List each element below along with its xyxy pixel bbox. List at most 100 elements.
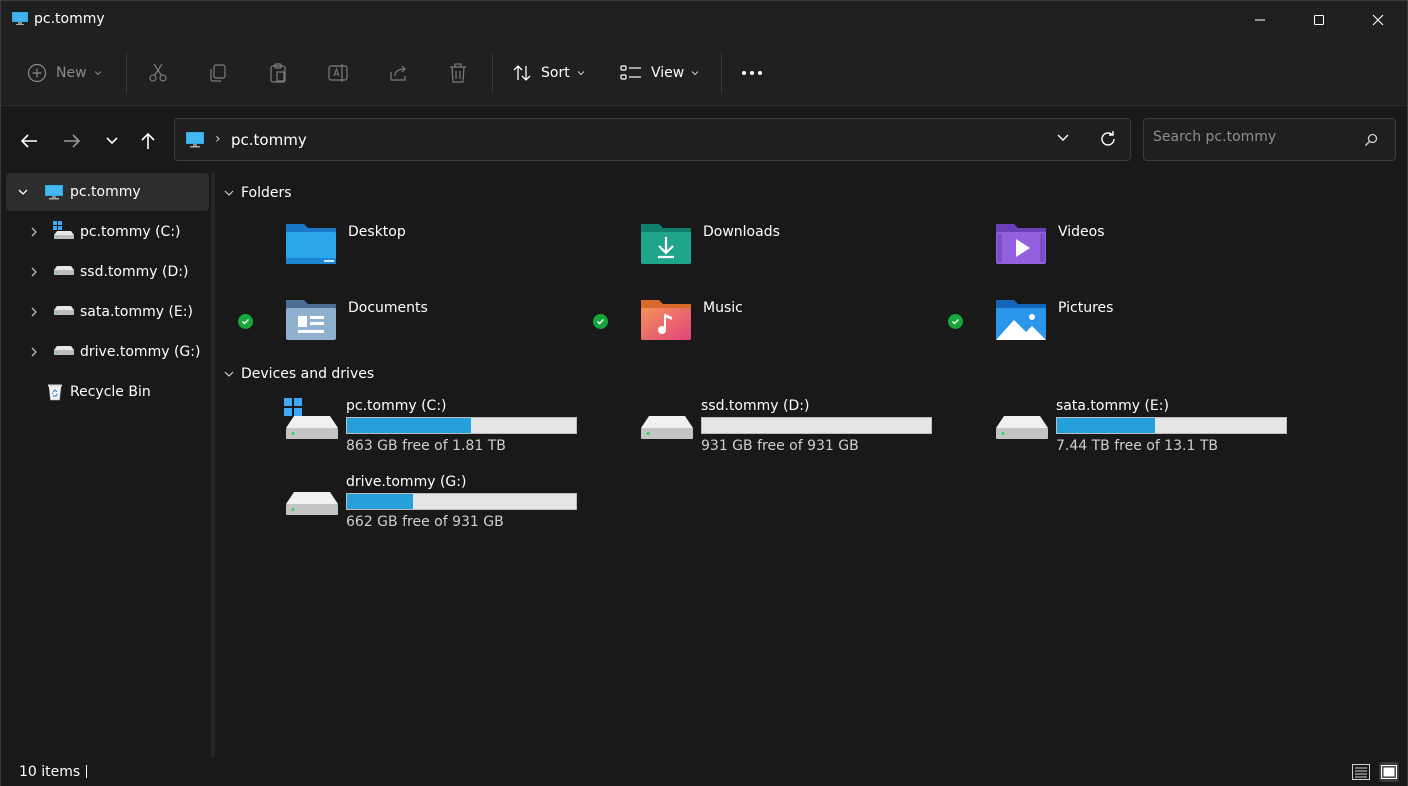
sidebar-item-label: pc.tommy	[70, 184, 141, 200]
new-button[interactable]: New	[27, 59, 103, 87]
expand-chevron[interactable]	[17, 186, 29, 198]
sidebar-item-drive-c[interactable]: pc.tommy (C:)	[6, 213, 209, 251]
drive-usage-fill	[347, 494, 414, 509]
folder-pictures[interactable]: Pictures	[994, 298, 1294, 358]
back-button[interactable]	[14, 126, 44, 156]
chevron-down-icon	[1057, 134, 1069, 141]
plus-circle-icon	[27, 63, 47, 83]
share-button[interactable]	[387, 59, 409, 87]
folder-name: Music	[703, 300, 743, 316]
drive-usage-bar	[346, 417, 577, 434]
chevron-down-icon	[224, 371, 234, 377]
sidebar-item-drive-e[interactable]: sata.tommy (E:)	[6, 293, 209, 331]
refresh-icon	[1101, 131, 1115, 146]
recent-locations-button[interactable]	[97, 126, 127, 156]
navigation-pane: pc.tommy pc.tommy (C:) ssd.tommy (D:) sa…	[1, 172, 211, 757]
folder-name: Desktop	[348, 224, 406, 240]
view-list-icon	[620, 65, 641, 80]
drive-usage-bar	[701, 417, 932, 434]
copy-icon	[210, 64, 226, 82]
scissors-icon	[149, 63, 167, 82]
expand-chevron[interactable]	[28, 306, 40, 318]
close-button[interactable]	[1348, 1, 1407, 39]
chevron-right-icon	[31, 347, 37, 357]
breadcrumb[interactable]: pc.tommy	[231, 131, 307, 149]
folders-section-header[interactable]: Folders	[223, 185, 292, 201]
music-folder-icon	[641, 300, 691, 340]
tiles-view-button[interactable]	[1379, 762, 1399, 782]
details-view-button[interactable]	[1351, 762, 1371, 782]
drives-section-header[interactable]: Devices and drives	[223, 366, 374, 382]
search-input[interactable]	[1153, 129, 1353, 145]
cut-button[interactable]	[147, 59, 169, 87]
folder-name: Pictures	[1058, 300, 1114, 316]
chevron-down-icon	[577, 71, 585, 76]
system-drive-icon	[284, 398, 338, 439]
folder-videos[interactable]: Videos	[994, 222, 1294, 282]
toolbar-separator	[492, 53, 493, 93]
downloads-folder-icon	[641, 224, 691, 264]
drive-free-space: 7.44 TB free of 13.1 TB	[1056, 438, 1219, 454]
folder-documents[interactable]: Documents	[284, 298, 584, 358]
view-label: View	[651, 65, 685, 81]
arrow-left-icon	[20, 134, 37, 148]
sort-button[interactable]: Sort	[512, 59, 586, 87]
sync-status-icon	[948, 314, 963, 329]
drive-usage-bar	[346, 493, 577, 510]
drive-tile-d[interactable]: ssd.tommy (D:) 931 GB free of 931 GB	[639, 398, 949, 468]
expand-chevron[interactable]	[28, 346, 40, 358]
delete-button[interactable]	[447, 59, 469, 87]
system-drive-icon	[53, 221, 74, 239]
maximize-icon	[1313, 15, 1324, 25]
drive-tile-c[interactable]: pc.tommy (C:) 863 GB free of 1.81 TB	[284, 398, 594, 468]
sidebar-item-recycle-bin[interactable]: Recycle Bin	[6, 373, 209, 411]
documents-folder-icon	[286, 300, 336, 340]
up-button[interactable]	[133, 126, 163, 156]
this-pc-icon	[45, 185, 63, 200]
sidebar-item-drive-g[interactable]: drive.tommy (G:)	[6, 333, 209, 371]
address-history-button[interactable]	[1056, 131, 1070, 149]
sidebar-item-label: Recycle Bin	[70, 384, 151, 400]
title-bar[interactable]: pc.tommy	[1, 1, 1407, 39]
content-pane: Folders Desktop Downloads Videos Documen…	[215, 172, 1407, 757]
folder-downloads[interactable]: Downloads	[639, 222, 939, 282]
chevron-down-icon	[224, 190, 234, 196]
maximize-button[interactable]	[1289, 1, 1348, 39]
section-title: Devices and drives	[241, 366, 375, 382]
sync-status-icon	[593, 314, 608, 329]
details-view-icon	[1352, 764, 1370, 780]
expand-chevron[interactable]	[28, 266, 40, 278]
view-button[interactable]: View	[620, 59, 700, 87]
drive-tile-g[interactable]: drive.tommy (G:) 662 GB free of 931 GB	[284, 474, 594, 544]
rename-button[interactable]	[327, 59, 349, 87]
refresh-button[interactable]	[1098, 129, 1118, 153]
search-box[interactable]	[1143, 118, 1396, 161]
status-divider	[86, 765, 87, 778]
pictures-folder-icon	[996, 300, 1046, 340]
address-bar[interactable]: › pc.tommy	[174, 118, 1131, 161]
drive-free-space: 662 GB free of 931 GB	[346, 514, 504, 530]
drive-icon	[54, 266, 74, 275]
expand-chevron[interactable]	[28, 226, 40, 238]
paste-button[interactable]	[267, 59, 289, 87]
checkmark-icon	[597, 319, 604, 325]
sidebar-item-this-pc[interactable]: pc.tommy	[6, 173, 209, 211]
folder-desktop[interactable]: Desktop	[284, 222, 584, 282]
more-options-button[interactable]	[741, 59, 763, 87]
minimize-button[interactable]	[1230, 1, 1289, 39]
copy-button[interactable]	[207, 59, 229, 87]
sort-label: Sort	[541, 65, 570, 81]
minimize-icon	[1254, 19, 1265, 21]
collapse-chevron[interactable]	[223, 187, 235, 199]
breadcrumb-chevron[interactable]: ›	[215, 131, 221, 147]
drive-icon	[641, 416, 693, 439]
drive-name: pc.tommy (C:)	[346, 398, 447, 414]
forward-button[interactable]	[57, 126, 87, 156]
checkmark-icon	[242, 319, 249, 325]
folder-music[interactable]: Music	[639, 298, 939, 358]
chevron-right-icon	[31, 307, 37, 317]
drive-free-space: 863 GB free of 1.81 TB	[346, 438, 506, 454]
sidebar-item-drive-d[interactable]: ssd.tommy (D:)	[6, 253, 209, 291]
collapse-chevron[interactable]	[223, 368, 235, 380]
drive-tile-e[interactable]: sata.tommy (E:) 7.44 TB free of 13.1 TB	[994, 398, 1304, 468]
